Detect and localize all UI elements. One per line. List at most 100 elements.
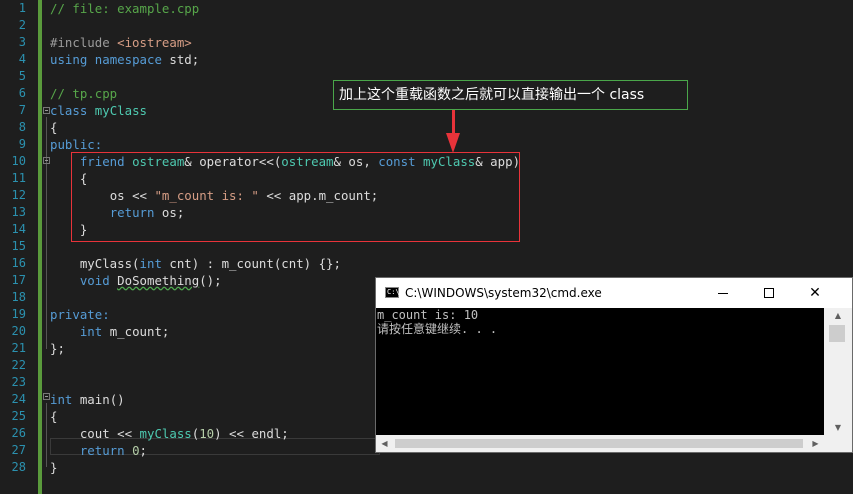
fold-toggle-icon[interactable] (43, 393, 50, 400)
number-literal: 10 (199, 426, 215, 441)
line-number: 13 (11, 205, 26, 219)
code-text: cnt) : m_count(cnt) {}; (161, 256, 341, 271)
line-number: 19 (11, 307, 26, 321)
keyword: int (79, 324, 103, 339)
line-number: 16 (11, 256, 26, 270)
minimize-icon (718, 293, 728, 294)
line-number: 5 (18, 69, 26, 83)
cmd-icon-label: C:\ (387, 288, 400, 296)
keyword: class (50, 103, 88, 118)
code-text: main() (72, 392, 125, 407)
line-number: 8 (18, 120, 26, 134)
keyword: return (79, 443, 125, 458)
code-text: ; (139, 443, 148, 458)
keyword: namespace (94, 52, 162, 67)
window-title: C:\WINDOWS\system32\cmd.exe (405, 286, 602, 300)
scroll-down-icon[interactable]: ▼ (824, 420, 852, 435)
maximize-icon (764, 288, 774, 298)
code-text: }; (50, 341, 65, 356)
access-specifier: private: (50, 307, 110, 322)
vertical-scrollbar[interactable]: ▲ ▼ (824, 308, 852, 435)
line-number: 24 (11, 392, 26, 406)
scroll-thumb[interactable] (395, 439, 803, 448)
code-line-3: #include <iostream> (50, 34, 520, 51)
code-text: (); (199, 273, 222, 288)
code-line-16: myClass(int cnt) : m_count(cnt) {}; (50, 255, 520, 272)
scroll-thumb[interactable] (829, 325, 845, 342)
line-number: 23 (11, 375, 26, 389)
keyword: int (139, 256, 162, 271)
line-number: 10 (11, 154, 26, 168)
line-number: 28 (11, 460, 26, 474)
fold-guide-line (46, 167, 47, 233)
number-literal: 0 (132, 443, 140, 458)
code-text: } (50, 460, 58, 475)
close-button[interactable]: ✕ (792, 278, 838, 308)
scroll-left-icon[interactable]: ◀ (376, 435, 393, 452)
line-number: 9 (18, 137, 26, 151)
keyword: void (79, 273, 110, 288)
annotation-text: 加上这个重载函数之后就可以直接输出一个 class (339, 87, 645, 103)
code-line-28: } (50, 459, 520, 476)
cmd-title-bar[interactable]: C:\ C:\WINDOWS\system32\cmd.exe ✕ (376, 278, 852, 308)
line-number: 22 (11, 358, 26, 372)
cmd-window[interactable]: C:\ C:\WINDOWS\system32\cmd.exe ✕ m_coun… (375, 277, 853, 453)
code-text: myClass( (79, 256, 140, 271)
fold-guide-line (46, 403, 47, 467)
line-number: 4 (18, 52, 26, 66)
line-number: 25 (11, 409, 26, 423)
line-number: 27 (11, 443, 26, 457)
function-name: DoSomething (117, 273, 200, 288)
include-target: <iostream> (117, 35, 192, 50)
console-line: 请按任意键继续. . . (377, 322, 498, 336)
annotation-callout: 加上这个重载函数之后就可以直接输出一个 class (333, 80, 688, 110)
highlight-box (71, 152, 520, 242)
line-number: 12 (11, 188, 26, 202)
class-name: myClass (94, 103, 147, 118)
comment: // tp.cpp (50, 86, 118, 101)
horizontal-scrollbar[interactable]: ◀ ▶ (376, 435, 824, 452)
comment: // file: example.cpp (50, 1, 200, 16)
scroll-right-icon[interactable]: ▶ (807, 435, 824, 452)
change-indicator-bar (38, 0, 42, 494)
line-number: 26 (11, 426, 26, 440)
fold-guide-line (46, 117, 47, 349)
line-number: 11 (11, 171, 26, 185)
scrollbar-corner (824, 435, 852, 452)
console-line: m_count is: 10 (377, 308, 479, 322)
line-number: 21 (11, 341, 26, 355)
preprocessor-directive: #include (50, 35, 118, 50)
line-number: 18 (11, 290, 26, 304)
line-number: 14 (11, 222, 26, 236)
scroll-up-icon[interactable]: ▲ (824, 308, 852, 323)
fold-toggle-icon[interactable] (43, 157, 50, 164)
line-number: 3 (18, 35, 26, 49)
console-output[interactable]: m_count is: 10 请按任意键继续. . . (376, 308, 824, 435)
line-number: 1 (18, 1, 26, 15)
keyword: int (50, 392, 73, 407)
keyword: using (50, 52, 88, 67)
code-text: std; (161, 52, 200, 67)
line-number: 2 (18, 18, 26, 32)
close-icon: ✕ (809, 285, 821, 301)
cmd-icon: C:\ (385, 287, 400, 298)
minimize-button[interactable] (700, 278, 746, 308)
maximize-button[interactable] (746, 278, 792, 308)
code-text: { (50, 409, 58, 424)
line-number: 15 (11, 239, 26, 253)
line-number: 17 (11, 273, 26, 287)
line-number: 20 (11, 324, 26, 338)
annotation-arrow-icon (452, 110, 455, 135)
code-text: cout << (79, 426, 140, 441)
code-text: { (50, 120, 58, 135)
code-text: m_count; (102, 324, 170, 339)
line-number-gutter: 1 2 3 4 5 6 7 8 9 10 11 12 13 14 15 16 17 18 19 20 21 22 23 24 2… (0, 0, 38, 494)
code-text: ) << endl; (214, 426, 289, 441)
code-line-4: using namespace std; (50, 51, 520, 68)
fold-toggle-icon[interactable] (43, 107, 50, 114)
annotation-arrowhead-icon (446, 133, 460, 153)
line-number: 7 (18, 103, 26, 117)
access-specifier: public: (50, 137, 103, 152)
line-number: 6 (18, 86, 26, 100)
